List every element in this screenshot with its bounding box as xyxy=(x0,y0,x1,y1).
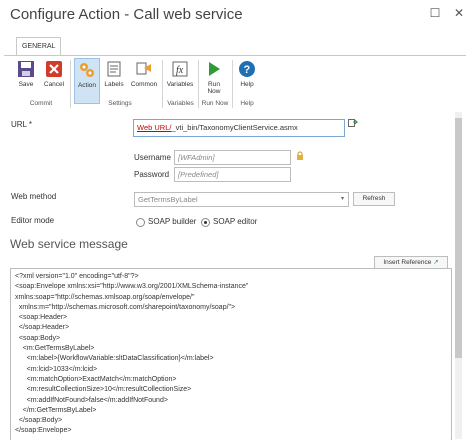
chevron-down-icon: ▾ xyxy=(340,196,344,202)
soap-editor-radio[interactable] xyxy=(201,218,210,227)
web-method-label: Web method xyxy=(11,192,57,201)
code-line: <?xml version="1.0" encoding="utf-8"?> xyxy=(15,273,139,280)
ribbon: Save Cancel Action Labels Common fx Vari… xyxy=(4,55,466,112)
soap-builder-label: SOAP builder xyxy=(148,217,197,226)
username-input[interactable]: [WFAdmin] xyxy=(174,150,291,165)
code-line: <soap:Body> xyxy=(15,334,61,342)
insert-reference-icon[interactable] xyxy=(348,118,358,128)
soap-editor-label: SOAP editor xyxy=(213,217,258,226)
ribbon-divider xyxy=(70,60,71,108)
lock-icon xyxy=(297,151,303,160)
url-path: _vti_bin/TaxonomyClientService.asmx xyxy=(171,123,298,132)
refresh-button[interactable]: Refresh xyxy=(353,192,395,206)
run-now-button[interactable]: Run Now xyxy=(202,58,226,102)
save-button[interactable]: Save xyxy=(14,58,38,102)
group-commit: Commit xyxy=(29,100,53,107)
help-icon: ? xyxy=(239,61,255,77)
save-label: Save xyxy=(18,81,34,88)
labels-button[interactable]: Labels xyxy=(102,58,126,102)
web-url-token[interactable]: Web URL/ xyxy=(137,123,171,132)
code-line: <m:label>{WorkflowVariable:sltDataClassi… xyxy=(15,355,214,363)
password-input[interactable]: [Predefined] xyxy=(174,167,291,182)
code-line: </soap:Envelope> xyxy=(15,427,72,435)
code-line: </m:GetTermsByLabel> xyxy=(15,406,97,414)
username-label: Username xyxy=(134,153,171,162)
code-line: xmlns:soap="http://schemas.xmlsoap.org/s… xyxy=(15,293,195,301)
action-button[interactable]: Action xyxy=(74,58,100,104)
web-method-select[interactable]: GetTermsByLabel ▾ xyxy=(134,192,349,207)
cancel-button[interactable]: Cancel xyxy=(42,58,66,102)
username-value: [WFAdmin] xyxy=(178,153,215,162)
svg-text:?: ? xyxy=(244,64,251,76)
common-button[interactable]: Common xyxy=(130,58,158,102)
title-bar: Configure Action - Call web service ☐ ✕ xyxy=(0,0,474,32)
insert-reference-label: Insert Reference xyxy=(383,259,432,266)
group-run-now: Run Now xyxy=(201,100,229,107)
cancel-icon xyxy=(46,61,62,77)
code-line: <soap:Envelope xmlns:xsi="http://www.w3.… xyxy=(15,283,249,291)
common-label: Common xyxy=(130,81,158,88)
code-line: <m:resultCollectionSize>10</m:resultColl… xyxy=(15,386,192,394)
code-line: <m:matchOption>ExactMatch</m:matchOption… xyxy=(15,375,177,383)
code-line: <m:lcid>1033</m:lcid> xyxy=(15,365,98,373)
group-help: Help xyxy=(240,100,254,107)
group-variables: Variables xyxy=(167,100,194,107)
code-line: <soap:Header> xyxy=(15,314,68,322)
help-button[interactable]: ? Help xyxy=(235,58,259,102)
password-value: [Predefined] xyxy=(178,170,219,179)
web-service-message-heading: Web service message xyxy=(10,237,128,251)
url-label: URL * xyxy=(11,120,33,129)
svg-text:fx: fx xyxy=(176,65,184,76)
group-settings: Settings xyxy=(108,100,132,107)
save-icon xyxy=(18,61,34,77)
code-line: <m:GetTermsByLabel> xyxy=(15,345,95,353)
tab-general[interactable]: GENERAL xyxy=(16,37,62,56)
web-method-value: GetTermsByLabel xyxy=(138,195,198,204)
url-input[interactable]: Web URL/_vti_bin/TaxonomyClientService.a… xyxy=(133,119,345,137)
code-line: </soap:Header> xyxy=(15,324,70,332)
run-now-label-line1: Run xyxy=(208,81,220,88)
common-icon xyxy=(136,62,151,75)
password-label: Password xyxy=(134,170,170,179)
variables-button[interactable]: fx Variables xyxy=(165,58,195,102)
run-now-label-line2: Now xyxy=(207,88,221,95)
cancel-label: Cancel xyxy=(43,81,65,88)
soap-message-editor[interactable]: <?xml version="1.0" encoding="utf-8"?> <… xyxy=(10,268,452,440)
maximize-icon[interactable]: ☐ xyxy=(428,6,442,20)
code-line: xmlns:m="http://schemas.microsoft.com/sh… xyxy=(15,303,236,311)
help-label: Help xyxy=(240,81,254,88)
scrollbar-thumb[interactable] xyxy=(455,118,462,358)
editor-mode-label: Editor mode xyxy=(11,216,55,225)
ribbon-divider xyxy=(162,60,163,108)
action-icon xyxy=(80,63,94,77)
code-line: </soap:Body> xyxy=(15,417,63,425)
run-now-icon xyxy=(209,62,220,76)
variables-icon: fx xyxy=(172,61,188,77)
labels-label: Labels xyxy=(104,81,124,88)
ribbon-divider xyxy=(232,60,233,108)
soap-builder-radio[interactable] xyxy=(136,218,145,227)
close-icon[interactable]: ✕ xyxy=(452,6,466,20)
action-label: Action xyxy=(77,82,97,89)
labels-icon xyxy=(107,61,121,77)
variables-label: Variables xyxy=(166,81,194,88)
code-line: <m:addIfNotFound>false</m:addIfNotFound> xyxy=(15,396,168,404)
insert-arrow-icon: ↗ xyxy=(433,259,439,266)
dialog-title: Configure Action - Call web service xyxy=(10,6,243,23)
